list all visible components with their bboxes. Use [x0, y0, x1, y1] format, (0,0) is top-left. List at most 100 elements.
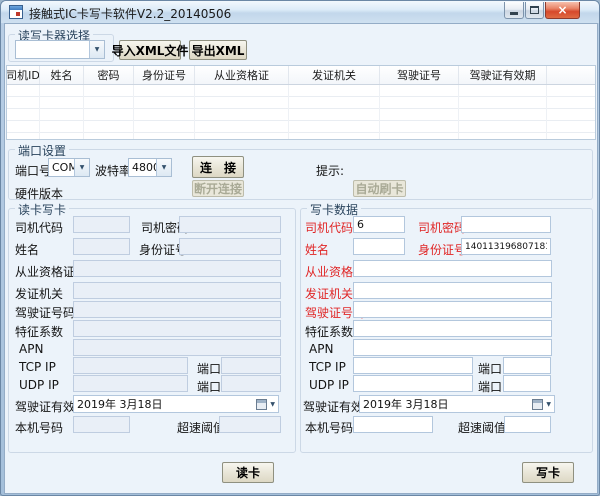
read-tcp-port-input[interactable]: [221, 357, 281, 374]
read-card-button[interactable]: 读卡: [222, 462, 274, 483]
export-xml-button[interactable]: 导出XML: [189, 40, 247, 60]
maximize-button[interactable]: [525, 2, 544, 19]
write-driver-password-label: 司机密码: [418, 219, 466, 236]
read-name-input[interactable]: [73, 238, 130, 255]
column-header-qualification[interactable]: 从业资格证: [195, 66, 289, 84]
read-overspeed-label: 超速阈值: [177, 419, 225, 436]
read-coefficient-input[interactable]: [73, 320, 281, 337]
write-local-number-input[interactable]: [353, 416, 433, 433]
column-header-license-no[interactable]: 驾驶证号: [380, 66, 459, 84]
import-xml-button[interactable]: 导入XML文件: [119, 40, 181, 60]
table-column: [289, 85, 380, 139]
read-tcp-ip-input[interactable]: [73, 357, 188, 374]
app-icon: [9, 5, 23, 19]
read-driver-code-input[interactable]: [73, 216, 130, 233]
write-udp-ip-input[interactable]: [353, 375, 473, 392]
write-overspeed-label: 超速阈值: [458, 419, 506, 436]
read-validity-value: 2019年 3月18日: [74, 396, 256, 412]
read-qualification-label: 从业资格证: [15, 263, 75, 280]
port-combobox[interactable]: COM1 ▼: [48, 158, 90, 177]
write-license-number-input[interactable]: [353, 301, 552, 318]
write-id-number-label: 身份证号: [418, 241, 466, 258]
read-local-number-input[interactable]: [73, 416, 130, 433]
write-driver-password-input[interactable]: [461, 216, 551, 233]
read-panel-label: 读卡写卡: [15, 201, 69, 218]
write-name-input[interactable]: [353, 238, 405, 255]
read-issuer-input[interactable]: [73, 282, 281, 299]
chevron-down-icon: ▼: [89, 41, 104, 58]
read-coefficient-label: 特征系数: [15, 323, 63, 340]
window-title: 接触式IC卡写卡软件V2.2_20140506: [29, 5, 231, 22]
read-driver-code-label: 司机代码: [15, 219, 63, 236]
minimize-button[interactable]: [504, 2, 524, 19]
write-tcp-ip-label: TCP IP: [309, 360, 346, 374]
write-card-button[interactable]: 写卡: [522, 462, 574, 483]
write-id-number-input[interactable]: [461, 238, 551, 255]
column-header-name[interactable]: 姓名: [40, 66, 84, 84]
close-icon: ×: [557, 3, 567, 17]
column-header-issuer[interactable]: 发证机关: [289, 66, 380, 84]
write-apn-label: APN: [309, 342, 333, 356]
disconnect-button[interactable]: 断开连接: [192, 180, 244, 197]
calendar-icon: [532, 399, 543, 410]
read-apn-label: APN: [19, 342, 43, 356]
table-body: [7, 85, 595, 139]
write-license-validity-datepicker[interactable]: 2019年 3月18日 ▼: [359, 395, 555, 413]
write-name-label: 姓名: [305, 241, 329, 258]
read-tcp-port-label: 端口: [197, 360, 221, 377]
read-license-number-input[interactable]: [73, 301, 281, 318]
connect-button[interactable]: 连 接: [192, 156, 244, 178]
calendar-icon: [256, 399, 267, 410]
write-driver-code-input[interactable]: [353, 216, 405, 233]
write-overspeed-input[interactable]: [504, 416, 551, 433]
driver-table: 司机ID 姓名 密码 身份证号 从业资格证 发证机关 驾驶证号 驾驶证有效期: [6, 65, 596, 140]
maximize-icon: [530, 6, 539, 14]
write-local-number-label: 本机号码: [305, 419, 353, 436]
write-tcp-ip-input[interactable]: [353, 357, 473, 374]
read-license-validity-datepicker[interactable]: 2019年 3月18日 ▼: [73, 395, 279, 413]
read-driver-password-input[interactable]: [179, 216, 281, 233]
read-apn-input[interactable]: [73, 339, 281, 356]
table-column: [459, 85, 547, 139]
table-column: [547, 85, 595, 139]
auto-swipe-button[interactable]: 自动刷卡: [353, 180, 406, 197]
read-udp-ip-input[interactable]: [73, 375, 188, 392]
write-udp-port-input[interactable]: [503, 375, 551, 392]
reader-combobox[interactable]: ▼: [15, 40, 105, 59]
table-column: [380, 85, 459, 139]
write-issuer-input[interactable]: [353, 282, 552, 299]
read-overspeed-input[interactable]: [219, 416, 281, 433]
chevron-down-icon: ▼: [156, 159, 171, 176]
hardware-version-label: 硬件版本: [15, 185, 63, 202]
write-qualification-input[interactable]: [353, 260, 552, 277]
table-column: [84, 85, 134, 139]
write-tcp-port-input[interactable]: [503, 357, 551, 374]
column-header-password[interactable]: 密码: [84, 66, 134, 84]
read-qualification-input[interactable]: [73, 260, 281, 277]
table-column: [134, 85, 195, 139]
app-window: 接触式IC卡写卡软件V2.2_20140506 × 读写卡器选择 ▼ 导入XML…: [0, 0, 600, 496]
table-column: [40, 85, 84, 139]
chevron-down-icon: ▼: [269, 401, 278, 408]
column-header-driver-id[interactable]: 司机ID: [7, 66, 40, 84]
write-apn-input[interactable]: [353, 339, 552, 356]
minimize-icon: [510, 12, 518, 15]
write-udp-port-label: 端口: [478, 378, 502, 395]
write-coefficient-input[interactable]: [353, 320, 552, 337]
write-validity-value: 2019年 3月18日: [360, 396, 532, 412]
read-id-number-input[interactable]: [179, 238, 281, 255]
read-udp-port-label: 端口: [197, 378, 221, 395]
column-header-validity[interactable]: 驾驶证有效期: [459, 66, 547, 84]
table-column: [195, 85, 289, 139]
read-local-number-label: 本机号码: [15, 419, 63, 436]
column-header-filler: [547, 66, 595, 84]
close-button[interactable]: ×: [545, 2, 580, 19]
baud-combobox[interactable]: 4800 ▼: [128, 158, 172, 177]
read-udp-port-input[interactable]: [221, 375, 281, 392]
baud-combobox-value: 4800: [129, 161, 156, 174]
column-header-id-number[interactable]: 身份证号: [134, 66, 195, 84]
write-tcp-port-label: 端口: [478, 360, 502, 377]
port-groupbox-label: 端口设置: [15, 142, 69, 159]
read-name-label: 姓名: [15, 241, 39, 258]
titlebar[interactable]: 接触式IC卡写卡软件V2.2_20140506 ×: [1, 1, 600, 23]
